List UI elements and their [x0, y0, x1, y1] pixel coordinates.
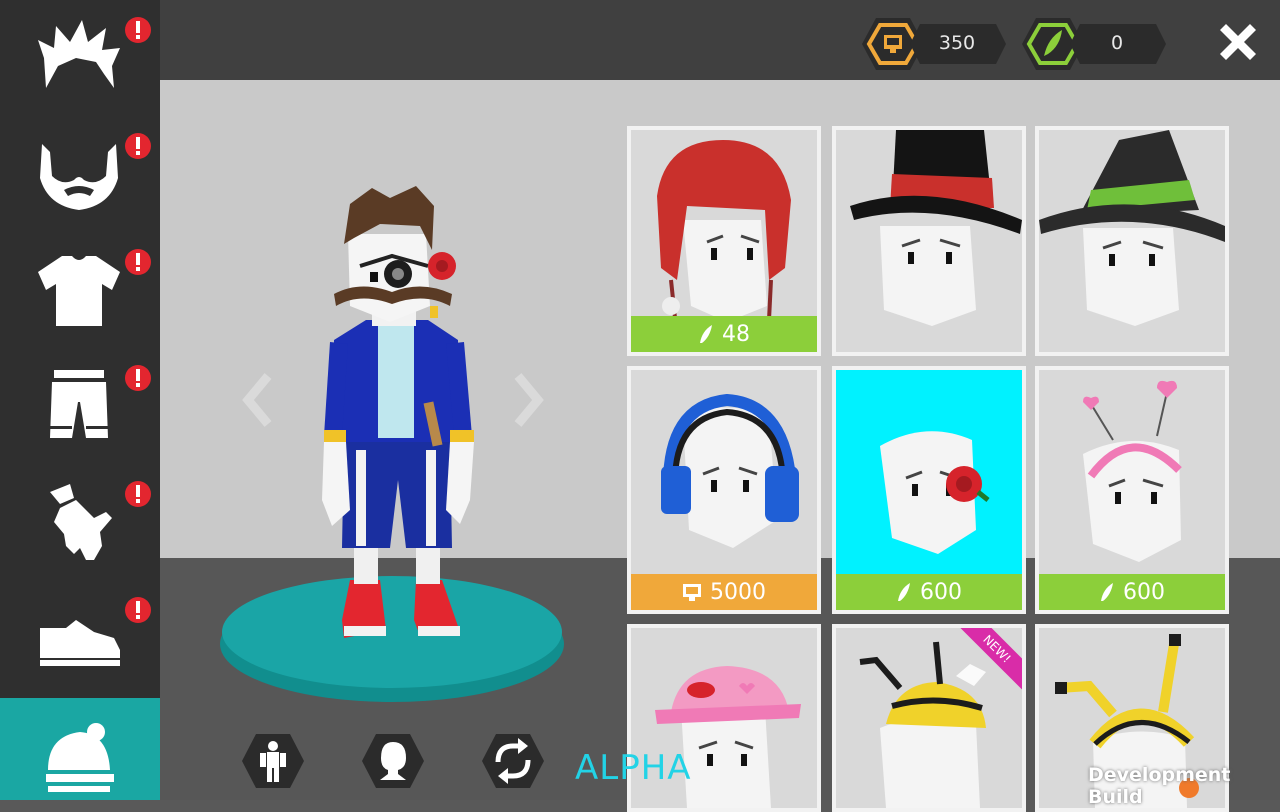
- category-tab-hats[interactable]: [0, 698, 160, 800]
- shop-item-witch-hat[interactable]: [1035, 126, 1229, 356]
- shirt-icon: [38, 256, 120, 326]
- body-view-button[interactable]: [240, 732, 306, 790]
- feather-icon: [1101, 583, 1113, 601]
- feather-icon: [898, 583, 910, 601]
- category-tab-gloves[interactable]: [0, 464, 160, 580]
- category-tab-pants[interactable]: [0, 348, 160, 464]
- alert-icon: [125, 249, 151, 275]
- shop-item-heart-antenna-headband[interactable]: 600: [1035, 366, 1229, 614]
- item-price: 600: [920, 579, 962, 605]
- alpha-label: ALPHA: [575, 748, 692, 788]
- close-button[interactable]: [1214, 18, 1262, 66]
- item-price-tag: 600: [836, 574, 1022, 610]
- feather-value: 0: [1110, 32, 1124, 54]
- alert-icon: [125, 133, 151, 159]
- rotate-view-button[interactable]: [480, 732, 546, 790]
- item-price-tag: 48: [631, 316, 817, 352]
- category-tab-shoes[interactable]: [0, 580, 160, 696]
- category-tab-hair[interactable]: [0, 0, 160, 116]
- item-price: 5000: [710, 579, 766, 605]
- coin-value: 350: [938, 32, 976, 54]
- item-thumbnail: [850, 130, 1022, 326]
- alert-icon: [125, 17, 151, 43]
- item-price: 48: [722, 321, 750, 347]
- item-thumbnail: [1039, 130, 1225, 326]
- shop-item-blue-headphones[interactable]: 5000: [627, 366, 821, 614]
- alert-icon: [125, 597, 151, 623]
- item-price-tag: 600: [1039, 574, 1225, 610]
- alert-icon: [125, 481, 151, 507]
- feather-icon: [700, 325, 712, 343]
- glove-icon: [50, 484, 112, 560]
- head-view-button[interactable]: [360, 732, 426, 790]
- shop-item-red-band-top-hat[interactable]: [832, 126, 1026, 356]
- coin-icon: [683, 584, 701, 601]
- category-sidebar: [0, 0, 160, 800]
- character-preview[interactable]: [220, 180, 570, 710]
- category-tab-beard[interactable]: [0, 116, 160, 232]
- shoe-icon: [40, 620, 120, 666]
- shop-item-bee-hat[interactable]: NEW!: [832, 624, 1026, 812]
- item-price: 600: [1123, 579, 1165, 605]
- shop-item-rose-hair-clip[interactable]: 600: [832, 366, 1026, 614]
- alert-icon: [125, 365, 151, 391]
- category-tab-shirt[interactable]: [0, 232, 160, 348]
- pants-icon: [50, 370, 108, 438]
- beard-icon: [40, 144, 118, 210]
- item-price-tag: 5000: [631, 574, 817, 610]
- hat-icon: [46, 723, 114, 792]
- hair-icon: [38, 20, 120, 88]
- shop-item-red-aviator-cap[interactable]: 48: [627, 126, 821, 356]
- development-build-label: Development Build: [1088, 764, 1231, 808]
- close-icon: [1220, 24, 1256, 60]
